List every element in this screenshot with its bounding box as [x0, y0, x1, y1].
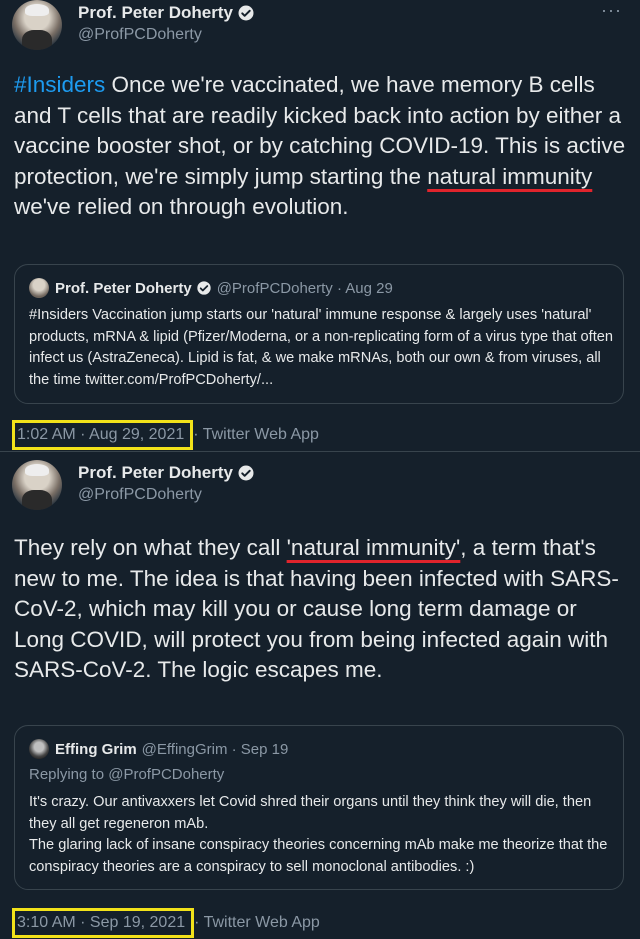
tweet-source-app: · Twitter Web App [193, 426, 319, 443]
more-options-icon[interactable]: ··· [601, 0, 622, 21]
author-avatar[interactable] [12, 460, 62, 510]
quoted-tweet-line-1: It's crazy. Our antivaxxers let Covid sh… [29, 794, 592, 832]
tweet-timestamp-row: 3:10 AM · Sep 19, 2021 · Twitter Web App [12, 908, 320, 938]
verified-badge-icon [238, 5, 254, 21]
quoted-author-name: Prof. Peter Doherty [55, 279, 192, 297]
author-handle[interactable]: @ProfPCDoherty [78, 486, 202, 504]
quoted-author-name: Effing Grim [55, 740, 137, 758]
quoted-tweet-body: #Insiders Vaccination jump starts our 'n… [29, 307, 614, 388]
tweet-timestamp[interactable]: 1:02 AM · Aug 29, 2021 [12, 420, 194, 450]
quoted-tweet-header: Prof. Peter Doherty @ProfPCDoherty · Aug… [29, 278, 393, 298]
highlighted-phrase: natural immunity [427, 163, 593, 189]
author-name-text[interactable]: Prof. Peter Doherty [78, 463, 233, 483]
tweet-text: They rely on what they call 'natural imm… [14, 533, 626, 686]
tweet-divider [0, 451, 640, 452]
quoted-tweet[interactable]: Effing Grim @EffingGrim · Sep 19 Replyin… [14, 725, 624, 890]
quoted-tweet-body: It's crazy. Our antivaxxers let Covid sh… [29, 792, 614, 878]
quoted-tweet-line-2: The glaring lack of insane conspiracy th… [29, 837, 608, 875]
verified-badge-icon [238, 465, 254, 481]
quoted-tweet-meta: @ProfPCDoherty · Aug 29 [216, 279, 393, 297]
verified-badge-icon [197, 281, 211, 295]
quoted-author-avatar [29, 278, 49, 298]
quoted-tweet[interactable]: Prof. Peter Doherty @ProfPCDoherty · Aug… [14, 264, 624, 404]
tweet-source-app: · Twitter Web App [194, 914, 320, 931]
highlighted-phrase: 'natural immunity' [286, 535, 461, 560]
hashtag-link[interactable]: #Insiders [14, 72, 105, 97]
tweet-text-part2: we've relied on through evolution. [14, 194, 349, 219]
quoted-tweet-header: Effing Grim @EffingGrim · Sep 19 [29, 739, 288, 759]
author-name[interactable]: Prof. Peter Doherty [78, 3, 255, 23]
tweet-text-part1: They rely on what they call [14, 535, 287, 560]
author-name[interactable]: Prof. Peter Doherty [78, 463, 255, 483]
author-name-text[interactable]: Prof. Peter Doherty [78, 3, 233, 23]
replying-to-label: Replying to @ProfPCDoherty [29, 766, 225, 783]
author-avatar[interactable] [12, 0, 62, 50]
tweet-timestamp[interactable]: 3:10 AM · Sep 19, 2021 [12, 908, 195, 938]
quoted-author-avatar [29, 739, 49, 759]
quoted-tweet-meta: @EffingGrim · Sep 19 [141, 740, 289, 758]
tweet-timestamp-row: 1:02 AM · Aug 29, 2021 · Twitter Web App [12, 420, 319, 450]
author-handle[interactable]: @ProfPCDoherty [78, 26, 202, 44]
tweet-text: #Insiders Once we're vaccinated, we have… [14, 70, 626, 223]
